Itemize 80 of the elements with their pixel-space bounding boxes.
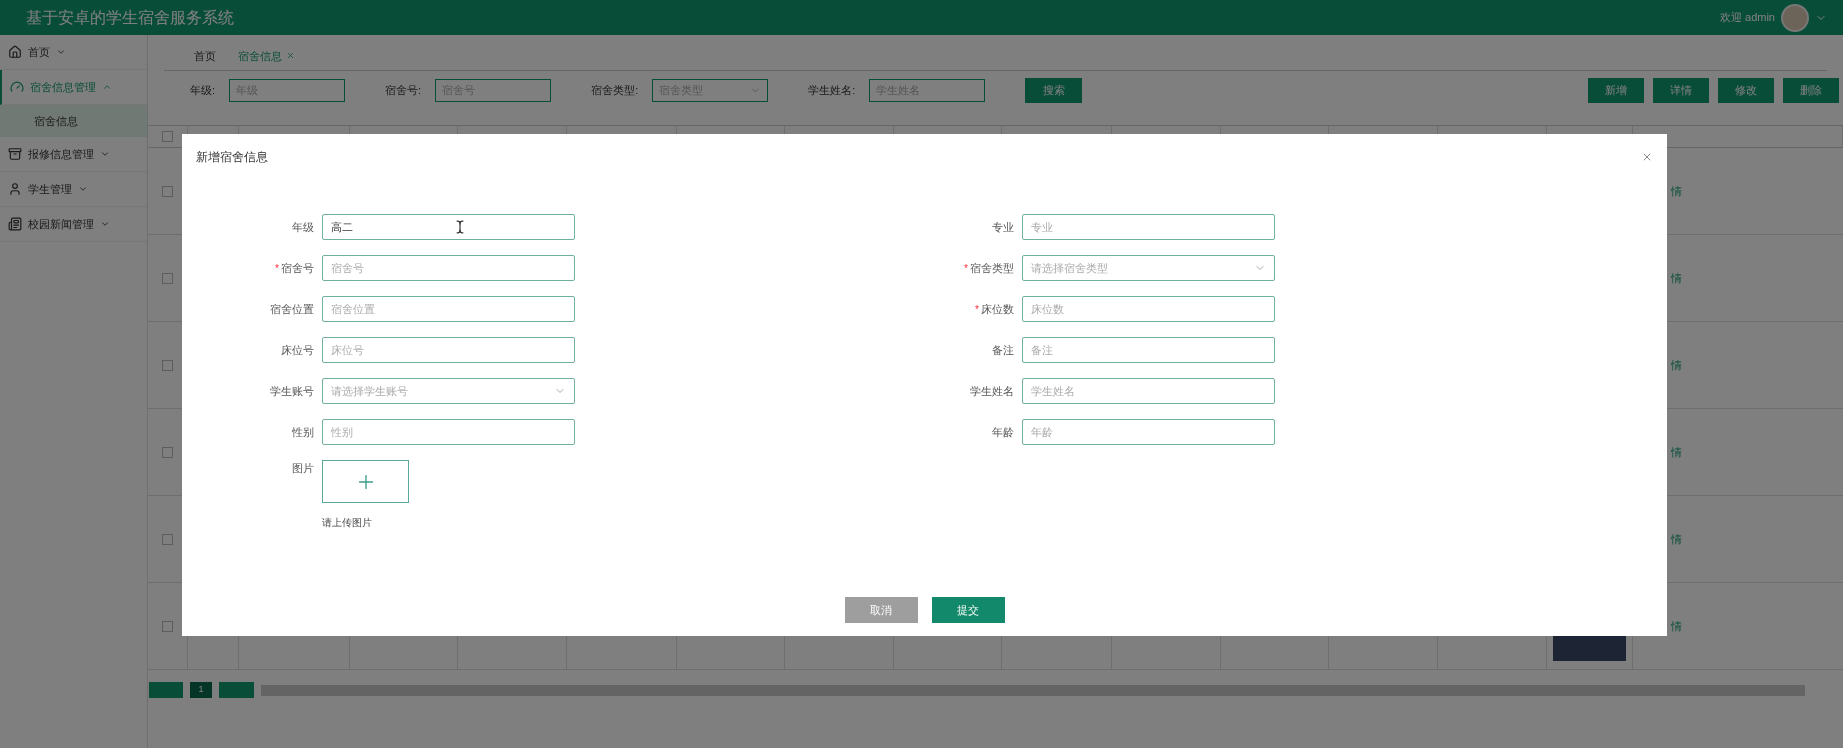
search-button[interactable]: 搜索: [1025, 77, 1083, 103]
filter-label: 学生姓名:: [808, 82, 856, 98]
caret-icon: [78, 184, 88, 194]
action-button[interactable]: 修改: [1718, 77, 1774, 103]
field-label: 宿舍类型: [970, 260, 1014, 276]
menu-icon: [8, 217, 22, 231]
checkbox[interactable]: [162, 359, 173, 371]
detail-link[interactable]: 情: [1671, 443, 1682, 461]
sidebar-item[interactable]: 报修信息管理: [0, 137, 147, 172]
modal-title: 新增宿舍信息: [196, 149, 268, 166]
field-label: 年级: [292, 219, 314, 235]
sidebar-item[interactable]: 学生管理: [0, 172, 147, 207]
field-label: 宿舍位置: [270, 301, 314, 317]
required-mark: *: [964, 261, 968, 276]
detail-link[interactable]: 情: [1671, 617, 1682, 635]
filter-label: 年级:: [190, 82, 216, 98]
close-icon[interactable]: [1641, 151, 1653, 163]
input-field[interactable]: 高二: [322, 214, 575, 240]
submit-button[interactable]: 提交: [931, 597, 1005, 623]
required-mark: *: [975, 302, 979, 317]
checkbox[interactable]: [162, 185, 173, 197]
filter-label: 宿舍类型:: [591, 82, 639, 98]
checkbox[interactable]: [162, 533, 173, 545]
input-field[interactable]: 宿舍号: [322, 255, 575, 281]
field-label: 学生姓名: [970, 383, 1014, 399]
field-label: 学生账号: [270, 383, 314, 399]
checkbox[interactable]: [162, 131, 173, 142]
input-field[interactable]: 床位数: [1022, 296, 1275, 322]
caret-icon: [100, 219, 110, 229]
next-page-button[interactable]: [219, 682, 254, 698]
menu-icon: [8, 45, 22, 59]
input-field[interactable]: 专业: [1022, 214, 1275, 240]
tab[interactable]: 宿舍信息: [238, 47, 295, 64]
sidebar-item[interactable]: 校园新闻管理: [0, 207, 147, 242]
checkbox[interactable]: [162, 272, 173, 284]
action-button[interactable]: 新增: [1588, 77, 1644, 103]
detail-link[interactable]: 情: [1671, 356, 1682, 374]
detail-link[interactable]: 情: [1671, 182, 1682, 200]
cancel-button[interactable]: 取消: [844, 597, 918, 623]
upload-hint: 请上传图片: [322, 516, 373, 530]
field-label: 床位号: [281, 342, 314, 358]
close-icon[interactable]: [286, 51, 295, 61]
caret-icon: [102, 82, 112, 92]
action-button[interactable]: 删除: [1783, 77, 1839, 103]
app-title: 基于安卓的学生宿舍服务系统: [26, 7, 234, 28]
sidebar-subitem[interactable]: 宿舍信息: [0, 105, 147, 137]
menu-icon: [8, 182, 22, 196]
sidebar-item[interactable]: 首页: [0, 35, 147, 70]
field-label: 宿舍号: [281, 260, 314, 276]
prev-page-button[interactable]: [149, 682, 183, 698]
input-field[interactable]: 宿舍位置: [322, 296, 575, 322]
avatar-icon[interactable]: [1781, 3, 1809, 32]
checkbox[interactable]: [162, 620, 173, 632]
select-field[interactable]: 请选择宿舍类型: [1022, 255, 1275, 281]
input-field[interactable]: 学生姓名: [1022, 378, 1275, 404]
page-button[interactable]: 1: [190, 682, 212, 698]
detail-link[interactable]: 情: [1671, 269, 1682, 287]
checkbox[interactable]: [162, 446, 173, 458]
caret-icon: [56, 47, 66, 57]
input-field[interactable]: 性别: [322, 419, 575, 445]
field-label: 图片: [292, 461, 314, 476]
field-label: 年龄: [992, 424, 1014, 440]
input-field[interactable]: 备注: [1022, 337, 1275, 363]
input-field[interactable]: 床位号: [322, 337, 575, 363]
upload-box[interactable]: [322, 460, 409, 503]
caret-icon: [100, 149, 110, 159]
field-label: 备注: [992, 342, 1014, 358]
tab[interactable]: 首页: [194, 47, 216, 64]
input-field[interactable]: 年龄: [1022, 419, 1275, 445]
select-field[interactable]: 请选择学生账号: [322, 378, 575, 404]
field-label: 专业: [992, 219, 1014, 235]
detail-link[interactable]: 情: [1671, 530, 1682, 548]
filter-label: 宿舍号:: [385, 82, 422, 98]
field-label: 性别: [292, 424, 314, 440]
greeting-text: 欢迎 admin: [1719, 10, 1775, 26]
menu-icon: [10, 80, 24, 94]
required-mark: *: [275, 261, 279, 276]
action-button[interactable]: 详情: [1653, 77, 1709, 103]
field-label: 床位数: [981, 301, 1014, 317]
menu-icon: [8, 147, 22, 161]
